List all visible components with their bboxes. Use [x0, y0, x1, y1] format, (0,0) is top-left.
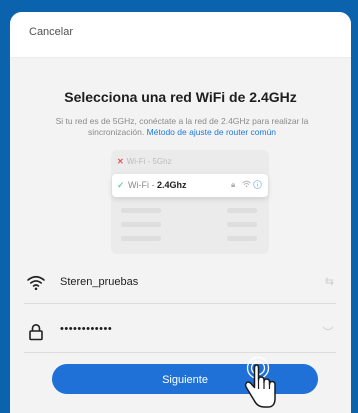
password-input[interactable]: •••••••••••• [60, 323, 112, 335]
illustration-row-5ghz-band: 5Ghz [152, 157, 172, 166]
placeholder-bar [227, 236, 257, 241]
lock-icon [26, 322, 46, 342]
hand-pointer-icon [238, 356, 278, 413]
page-subtitle: Si tu red es de 5GHz, conéctate a la red… [36, 116, 328, 138]
illustration-row-24ghz: ✓ Wi-Fi - 2.4Ghz 🔒︎ [112, 174, 268, 197]
router-guide-link[interactable]: Método de ajuste de router común [147, 127, 276, 137]
page-title: Selecciona una red WiFi de 2.4GHz [64, 89, 297, 105]
illustration-row-5ghz-prefix: Wi-Fi - [126, 157, 153, 166]
top-bar: Cancelar [10, 12, 351, 58]
check-icon: ✓ [117, 180, 125, 190]
switch-network-icon[interactable]: ⇆ [325, 275, 334, 288]
placeholder-bar [227, 208, 257, 213]
illustration-row-5ghz: ✕ Wi-Fi - 5Ghz [117, 157, 172, 166]
placeholder-bar [121, 236, 161, 241]
network-name-value[interactable]: Steren_pruebas [60, 276, 138, 288]
placeholder-bar [121, 222, 161, 227]
wifi-icon [242, 180, 251, 190]
illustration-row-24ghz-band: 2.4Ghz [157, 180, 187, 190]
next-button[interactable]: Siguiente [52, 364, 318, 394]
info-icon [253, 180, 262, 191]
app-window: Cancelar Selecciona una red WiFi de 2.4G… [10, 12, 351, 413]
illustration-row-24ghz-prefix: Wi-Fi - [128, 180, 157, 190]
password-field[interactable]: •••••••••••• [24, 312, 336, 353]
placeholder-bar [121, 208, 161, 213]
show-password-icon[interactable] [322, 324, 334, 336]
wifi-band-illustration: ✕ Wi-Fi - 5Ghz ✓ Wi-Fi - 2.4Ghz 🔒︎ [111, 150, 269, 254]
main-content: Selecciona una red WiFi de 2.4GHz Si tu … [10, 58, 351, 413]
lock-icon: 🔒︎ [231, 180, 236, 189]
cross-icon: ✕ [117, 157, 124, 166]
cancel-button[interactable]: Cancelar [29, 26, 73, 38]
wifi-icon [26, 273, 46, 293]
placeholder-bar [227, 222, 257, 227]
illustration-row-24ghz-label: Wi-Fi - 2.4Ghz [128, 180, 187, 190]
network-field[interactable]: Steren_pruebas ⇆ [24, 263, 336, 304]
